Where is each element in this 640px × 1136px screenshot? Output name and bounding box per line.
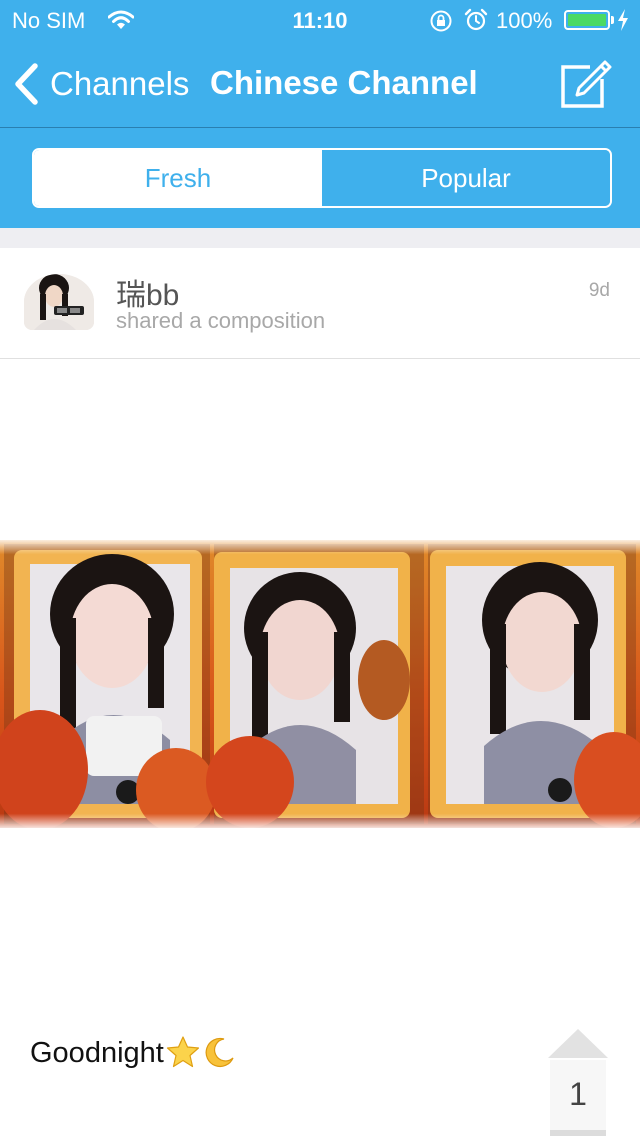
post-timestamp: 9d xyxy=(588,280,610,301)
back-button[interactable]: Channels xyxy=(14,62,189,106)
post-action: shared a composition xyxy=(116,308,326,333)
header: No SIM 11:10 100% Channels Chinese Chann… xyxy=(0,0,640,228)
charging-icon xyxy=(617,9,629,36)
page-title: Chinese Channel xyxy=(210,64,478,101)
chevron-left-icon xyxy=(15,63,38,105)
battery-fill xyxy=(568,14,606,26)
vote-box-shadow xyxy=(550,1130,606,1136)
avatar[interactable] xyxy=(24,274,94,330)
vote-count: 1 xyxy=(569,1076,587,1112)
screen: No SIM 11:10 100% Channels Chinese Chann… xyxy=(0,0,640,1136)
star-emoji-icon xyxy=(166,1036,200,1076)
upvote-arrow-icon[interactable] xyxy=(548,1028,608,1058)
back-label: Channels xyxy=(50,65,190,102)
nav-bar: Channels Chinese Channel xyxy=(0,40,640,128)
caption-text: Goodnight xyxy=(30,1037,164,1069)
tab-fresh[interactable]: Fresh xyxy=(34,150,322,206)
post-header: 瑞bb shared a composition 9d xyxy=(0,248,640,359)
battery-percent: 100% xyxy=(496,8,553,33)
segmented-control: Fresh Popular xyxy=(32,148,612,208)
vote-box: 1 xyxy=(550,1060,606,1136)
battery-nub xyxy=(611,16,614,24)
post-image[interactable] xyxy=(0,540,640,832)
post-caption: Goodnight xyxy=(30,1036,236,1076)
compose-button[interactable] xyxy=(560,58,612,110)
compose-icon xyxy=(561,60,612,108)
tab-popular[interactable]: Popular xyxy=(322,150,610,206)
crescent-moon-emoji-icon xyxy=(202,1036,236,1076)
status-bar: No SIM 11:10 100% xyxy=(0,0,640,40)
section-divider xyxy=(0,228,640,248)
battery-icon xyxy=(564,10,610,30)
rotation-lock-icon xyxy=(429,9,453,38)
alarm-icon xyxy=(464,8,488,37)
